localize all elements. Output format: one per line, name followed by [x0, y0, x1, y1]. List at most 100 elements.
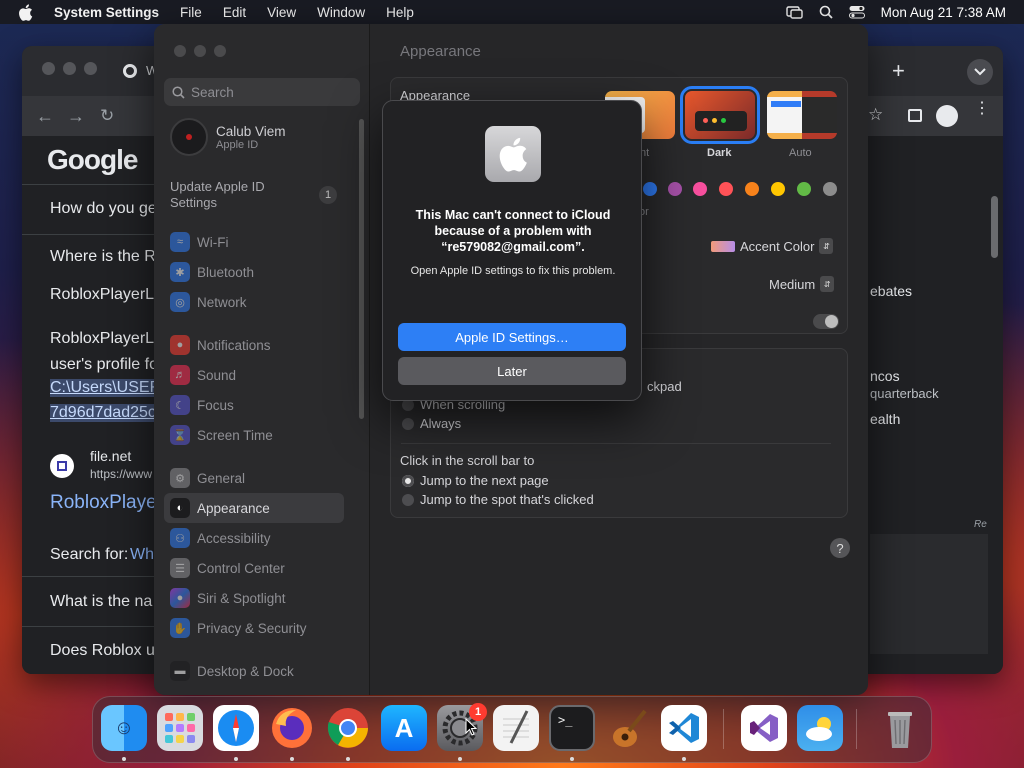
highlighted-path: 7d96d7dad25c	[50, 404, 156, 422]
zoom-icon[interactable]	[214, 45, 226, 57]
sidebar-icon-size-value: Medium	[769, 276, 816, 292]
menu-app-name[interactable]: System Settings	[54, 5, 159, 20]
answer-text: RobloxPlayerLa	[50, 330, 163, 347]
menu-window[interactable]: Window	[317, 5, 365, 20]
menu-view[interactable]: View	[267, 5, 296, 20]
apple-id-account[interactable]: Calub Viem Apple ID	[170, 118, 286, 156]
apple-menu-icon[interactable]	[18, 3, 34, 21]
weather-icon[interactable]	[797, 705, 843, 751]
dock-icon: ▬	[170, 661, 190, 681]
new-tab-icon[interactable]: +	[892, 58, 905, 84]
radio-jump-next-page[interactable]	[402, 475, 414, 487]
dock: ☺ A 1 >_	[92, 696, 932, 763]
divider	[22, 184, 172, 185]
question-text[interactable]: How do you ge	[50, 200, 157, 218]
vscode-icon[interactable]	[661, 705, 707, 751]
sidebar-item-control-center[interactable]: ☰ Control Center	[164, 553, 344, 583]
profile-icon[interactable]	[936, 105, 958, 127]
update-apple-id-item[interactable]: Update Apple ID Settings	[170, 179, 310, 211]
launchpad-icon[interactable]	[157, 705, 203, 751]
search-for-link[interactable]: Wh	[130, 546, 154, 564]
accent-swatch-blue[interactable]	[643, 182, 657, 196]
safari-icon[interactable]	[213, 705, 259, 751]
sidebar-item-privacy-security[interactable]: ✋ Privacy & Security	[164, 613, 344, 643]
accent-swatch-purple[interactable]	[668, 182, 682, 196]
app-store-icon[interactable]: A	[381, 705, 427, 751]
accent-swatch-orange[interactable]	[745, 182, 759, 196]
screen-mirroring-icon[interactable]	[785, 5, 803, 19]
sidebar-item-general[interactable]: ⚙ General	[164, 463, 344, 493]
minimize-icon[interactable]	[194, 45, 206, 57]
siri-icon: ●	[170, 588, 190, 608]
accent-swatch-yellow[interactable]	[771, 182, 785, 196]
trash-icon[interactable]	[877, 705, 923, 751]
reload-icon[interactable]: ↻	[100, 106, 114, 126]
help-button[interactable]: ?	[830, 538, 850, 558]
question-text[interactable]: Does Roblox u	[50, 642, 155, 660]
sidebar-item-focus[interactable]: ☾ Focus	[164, 390, 344, 420]
forward-icon[interactable]: →	[67, 106, 85, 127]
accessibility-icon: ⚇	[170, 528, 190, 548]
sidebar-item-screen-time[interactable]: ⌛ Screen Time	[164, 420, 344, 450]
back-icon[interactable]: ←	[36, 106, 54, 127]
menu-help[interactable]: Help	[386, 5, 414, 20]
firefox-icon[interactable]	[269, 705, 315, 751]
mouse-cursor-icon	[465, 718, 477, 736]
gear-icon: ⚙	[170, 468, 190, 488]
sidebar-item-label: Bluetooth	[197, 264, 255, 280]
sidebar-item-wifi[interactable]: ≈ Wi-Fi	[164, 227, 344, 257]
sidebar-item-sound[interactable]: ♬ Sound	[164, 360, 344, 390]
menu-file[interactable]: File	[180, 5, 202, 20]
finder-icon[interactable]: ☺	[101, 705, 147, 751]
radio-always[interactable]	[402, 418, 414, 430]
sidebar-item-desktop-dock[interactable]: ▬ Desktop & Dock	[164, 656, 344, 686]
accent-swatch-red[interactable]	[719, 182, 733, 196]
sidebar-icon-size-popup[interactable]: Medium ⇵	[769, 276, 835, 292]
question-text[interactable]: Where is the R	[50, 248, 156, 266]
sidebar-item-label: Focus	[197, 397, 234, 413]
question-text[interactable]: What is the na	[50, 593, 152, 611]
highlight-color-popup[interactable]: Accent Color ⇵	[711, 238, 834, 254]
menu-clock[interactable]: Mon Aug 21 7:38 AM	[881, 5, 1006, 20]
sidebar-item-network[interactable]: ◎ Network	[164, 287, 344, 317]
zoom-icon[interactable]	[84, 62, 97, 75]
accent-swatch-graphite[interactable]	[823, 182, 837, 196]
terminal-icon[interactable]: >_	[549, 705, 595, 751]
accent-swatch-pink[interactable]	[693, 182, 707, 196]
radio-jump-spot[interactable]	[402, 494, 414, 506]
sidebar-scrollbar[interactable]	[359, 119, 364, 419]
bookmark-star-icon[interactable]: ☆	[868, 105, 883, 125]
accent-swatch-green[interactable]	[797, 182, 811, 196]
close-icon[interactable]	[174, 45, 186, 57]
control-center-icon[interactable]	[848, 5, 865, 19]
wallpaper-tinting-toggle[interactable]	[813, 314, 839, 329]
sidebar-item-bluetooth[interactable]: ✱ Bluetooth	[164, 257, 344, 287]
sidebar-item-siri-spotlight[interactable]: ● Siri & Spotlight	[164, 583, 344, 613]
radio-jump-next-page-label: Jump to the next page	[420, 473, 549, 488]
appearance-option-label: Auto	[789, 147, 812, 159]
more-menu-icon[interactable]: ⋮	[974, 101, 990, 117]
sidebar-item-notifications[interactable]: ● Notifications	[164, 330, 344, 360]
sidebar-item-accessibility[interactable]: ⚇ Accessibility	[164, 523, 344, 553]
chrome-icon[interactable]	[325, 705, 371, 751]
minimize-icon[interactable]	[63, 62, 76, 75]
visual-studio-icon[interactable]	[741, 705, 787, 751]
later-button[interactable]: Later	[398, 357, 626, 385]
textedit-icon[interactable]	[493, 705, 539, 751]
dock-separator	[856, 709, 857, 749]
garageband-icon[interactable]	[605, 705, 651, 751]
appearance-auto-thumb[interactable]	[767, 91, 837, 139]
page-scrollbar[interactable]	[991, 196, 998, 258]
tab-search-icon[interactable]	[967, 59, 993, 85]
spotlight-search-icon[interactable]	[819, 5, 833, 19]
sidebar-search-field[interactable]: Search	[164, 78, 360, 106]
close-icon[interactable]	[42, 62, 55, 75]
sidebar-item-appearance[interactable]: ◐ Appearance	[164, 493, 344, 523]
side-panel-icon[interactable]	[908, 109, 922, 122]
appearance-dark-thumb[interactable]	[680, 86, 760, 144]
sidebar-item-label: Siri & Spotlight	[197, 590, 286, 606]
apple-id-settings-button[interactable]: Apple ID Settings…	[398, 323, 626, 351]
menu-edit[interactable]: Edit	[223, 5, 246, 20]
google-logo[interactable]: Google	[47, 144, 138, 176]
result-link[interactable]: RobloxPlaye	[50, 492, 157, 514]
